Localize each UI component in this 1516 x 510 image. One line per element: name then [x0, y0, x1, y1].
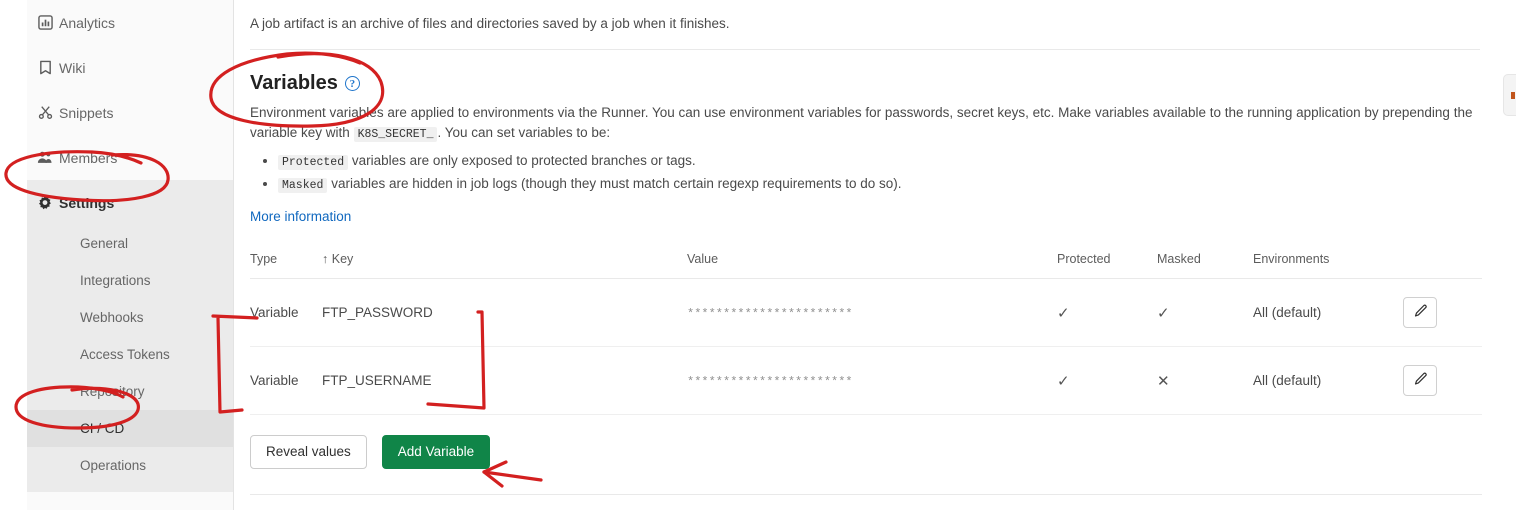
table-header-row: Type ↑ Key Value Protected Masked Enviro…	[250, 252, 1482, 280]
list-item: Masked variables are hidden in job logs …	[278, 174, 1480, 195]
variables-table-body: Variable FTP_PASSWORD ******************…	[250, 278, 1482, 416]
sidebar-item-access-tokens[interactable]: Access Tokens	[27, 336, 233, 373]
sidebar-item-label: Snippets	[59, 104, 114, 121]
variables-description-part2: . You can set variables to be:	[437, 124, 611, 140]
table-row: Variable FTP_PASSWORD ******************…	[250, 278, 1482, 348]
column-header-environments[interactable]: Environments	[1253, 252, 1403, 280]
sidebar-item-repository[interactable]: Repository	[27, 373, 233, 410]
analytics-icon	[31, 15, 59, 30]
check-icon: ✓	[1057, 372, 1070, 390]
variable-type-list: Protected variables are only exposed to …	[250, 151, 1480, 195]
cell-actions	[1403, 278, 1482, 348]
sidebar-item-settings[interactable]: Settings	[27, 180, 233, 225]
sidebar-item-operations[interactable]: Operations	[27, 447, 233, 484]
sidebar-item-analytics[interactable]: Analytics	[27, 0, 233, 45]
section-divider	[250, 49, 1480, 50]
pencil-icon	[1413, 372, 1428, 390]
cell-type: Variable	[250, 346, 322, 416]
cell-key: FTP_USERNAME	[322, 346, 687, 416]
more-information-link[interactable]: More information	[250, 209, 351, 224]
protected-code-badge: Protected	[278, 155, 349, 171]
members-icon	[31, 150, 59, 165]
sidebar-item-integrations[interactable]: Integrations	[27, 262, 233, 299]
cell-environments: All (default)	[1253, 278, 1403, 348]
job-artifact-description: A job artifact is an archive of files an…	[250, 16, 730, 31]
main-content: A job artifact is an archive of files an…	[234, 0, 1516, 510]
k8s-secret-code: K8S_SECRET_	[353, 126, 438, 142]
sidebar-subitem-label: Repository	[80, 384, 145, 399]
right-edge-widget[interactable]	[1503, 74, 1516, 116]
check-icon: ✓	[1057, 304, 1070, 322]
column-header-key[interactable]: ↑ Key	[322, 252, 687, 280]
sidebar-subitem-label: Access Tokens	[80, 347, 170, 362]
sidebar-item-label: Members	[59, 149, 118, 166]
variables-description: Environment variables are applied to env…	[250, 103, 1480, 143]
table-row: Variable FTP_USERNAME ******************…	[250, 346, 1482, 416]
sidebar-subitem-label: CI / CD	[80, 421, 125, 436]
variables-table: Type ↑ Key Value Protected Masked Enviro…	[250, 252, 1482, 416]
snippets-icon	[31, 105, 59, 120]
gear-icon	[31, 195, 59, 211]
column-header-protected[interactable]: Protected	[1057, 252, 1157, 280]
cell-key: FTP_PASSWORD	[322, 278, 687, 348]
bottom-divider	[250, 493, 1482, 495]
variables-actions: Reveal values Add Variable	[250, 435, 1480, 469]
cell-type: Variable	[250, 278, 322, 348]
sidebar-item-webhooks[interactable]: Webhooks	[27, 299, 233, 336]
cell-value: ***********************	[687, 278, 1057, 348]
widget-indicator-icon	[1511, 92, 1515, 99]
sidebar-item-wiki[interactable]: Wiki	[27, 45, 233, 90]
masked-value: ***********************	[687, 306, 853, 321]
cell-masked: ✕	[1157, 346, 1253, 416]
settings-subnav: General Integrations Webhooks Access Tok…	[27, 225, 233, 492]
list-item: Protected variables are only exposed to …	[278, 151, 1480, 172]
sidebar-item-ci-cd[interactable]: CI / CD	[27, 410, 233, 447]
sidebar-subitem-label: Webhooks	[80, 310, 144, 325]
edit-variable-button[interactable]	[1403, 297, 1437, 329]
sidebar-item-label: Settings	[59, 194, 115, 211]
masked-value: ***********************	[687, 374, 853, 389]
cell-protected: ✓	[1057, 278, 1157, 348]
check-icon: ✓	[1157, 304, 1170, 322]
column-header-actions	[1403, 252, 1482, 280]
cell-masked: ✓	[1157, 278, 1253, 348]
list-item-text: variables are hidden in job logs (though…	[331, 176, 902, 192]
cell-environments: All (default)	[1253, 346, 1403, 416]
project-sidebar: Analytics Wiki Snippets Members Settings	[27, 0, 234, 510]
cross-icon: ✕	[1157, 372, 1170, 390]
sidebar-subitem-label: Operations	[80, 458, 147, 473]
cell-actions	[1403, 346, 1482, 416]
sidebar-item-members[interactable]: Members	[27, 135, 233, 180]
app-screenshot: Analytics Wiki Snippets Members Settings	[0, 0, 1516, 510]
sort-ascending-icon: ↑	[322, 252, 329, 267]
sidebar-item-snippets[interactable]: Snippets	[27, 90, 233, 135]
page-title: Variables ?	[250, 72, 1480, 95]
help-icon[interactable]: ?	[344, 76, 360, 91]
column-header-key-label: Key	[331, 252, 354, 267]
sidebar-item-general[interactable]: General	[27, 225, 233, 262]
cell-value: ***********************	[687, 346, 1057, 416]
pencil-icon	[1413, 304, 1428, 322]
sidebar-subitem-label: General	[80, 236, 129, 251]
masked-code-badge: Masked	[278, 178, 328, 194]
reveal-values-button[interactable]: Reveal values	[250, 435, 367, 469]
variables-table-header: Type ↑ Key Value Protected Masked Enviro…	[250, 252, 1482, 280]
edit-variable-button[interactable]	[1403, 365, 1437, 397]
sidebar-subitem-label: Integrations	[80, 273, 151, 288]
wiki-icon	[31, 60, 59, 75]
add-variable-button[interactable]: Add Variable	[381, 435, 491, 469]
column-header-type[interactable]: Type	[250, 252, 322, 280]
sidebar-item-label: Wiki	[59, 59, 86, 76]
cell-protected: ✓	[1057, 346, 1157, 416]
sidebar-item-label: Analytics	[59, 14, 116, 31]
column-header-masked[interactable]: Masked	[1157, 252, 1253, 280]
page-title-text: Variables	[250, 72, 338, 94]
list-item-text: variables are only exposed to protected …	[351, 153, 696, 169]
column-header-value[interactable]: Value	[687, 252, 1057, 280]
